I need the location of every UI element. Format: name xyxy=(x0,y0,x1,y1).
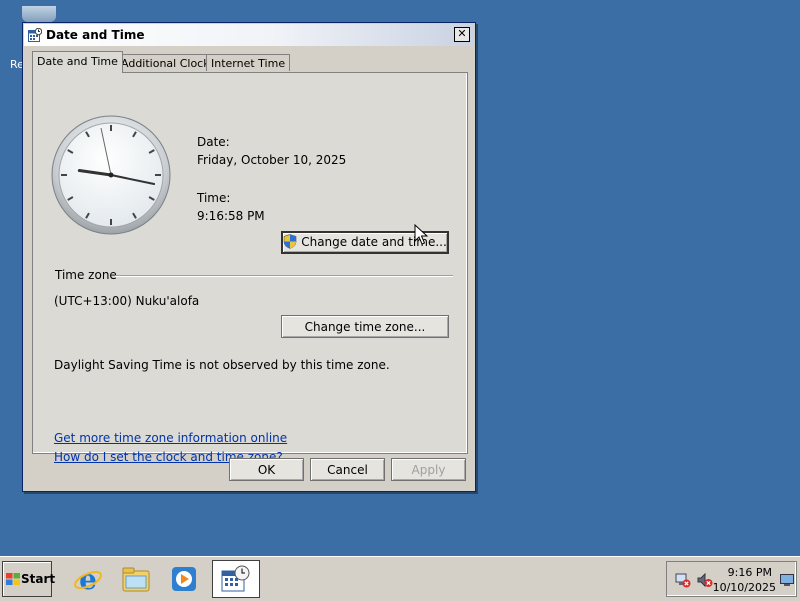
group-divider xyxy=(115,275,453,277)
ok-button[interactable]: OK xyxy=(229,458,304,481)
calendar-clock-icon xyxy=(28,28,42,42)
calendar-clock-icon xyxy=(221,565,250,592)
time-zone-value: (UTC+13:00) Nuku'alofa xyxy=(54,294,200,308)
time-zone-info-link[interactable]: Get more time zone information online xyxy=(54,431,287,445)
analog-clock xyxy=(51,115,171,235)
time-value: 9:16:58 PM xyxy=(197,209,265,223)
tab-date-and-time[interactable]: Date and Time xyxy=(32,51,123,73)
title-bar[interactable]: Date and Time ✕ xyxy=(24,24,474,46)
network-disconnected-icon[interactable] xyxy=(675,572,691,588)
apply-button[interactable]: Apply xyxy=(391,458,466,481)
folder-explorer-icon[interactable] xyxy=(120,563,152,595)
window-title: Date and Time xyxy=(46,28,145,42)
svg-text:e: e xyxy=(79,563,97,595)
start-label: Start xyxy=(21,572,56,586)
internet-explorer-icon[interactable]: e xyxy=(72,563,104,595)
date-value: Friday, October 10, 2025 xyxy=(197,153,347,167)
time-zone-group-label: Time zone xyxy=(55,268,117,282)
uac-shield-icon xyxy=(283,234,297,249)
date-time-dialog: Date and Time ✕ Date and Time Additional… xyxy=(22,22,476,492)
tab-additional-clocks[interactable]: Additional Clocks xyxy=(116,54,221,71)
time-label: Time: xyxy=(197,191,231,205)
tray-clock-date[interactable]: 10/10/2025 xyxy=(713,581,776,594)
change-time-zone-button[interactable]: Change time zone... xyxy=(281,315,449,338)
windows-flag-icon xyxy=(6,573,20,585)
taskbar: Start e 9:16 PM 10/10/2025 xyxy=(0,556,800,601)
show-desktop-icon[interactable] xyxy=(780,574,794,586)
dst-note: Daylight Saving Time is not observed by … xyxy=(54,358,390,372)
tab-panel: Date: Friday, October 10, 2025 Time: 9:1… xyxy=(32,72,468,464)
recycle-bin-icon[interactable] xyxy=(20,6,60,22)
cancel-button[interactable]: Cancel xyxy=(310,458,385,481)
close-button[interactable]: ✕ xyxy=(454,27,470,42)
mouse-cursor-icon xyxy=(414,224,428,245)
taskbar-date-time-button[interactable] xyxy=(212,560,260,598)
tray-clock-time[interactable]: 9:16 PM xyxy=(728,566,772,579)
system-tray: 9:16 PM 10/10/2025 xyxy=(666,561,797,597)
media-player-icon[interactable] xyxy=(168,563,200,595)
start-button[interactable]: Start xyxy=(2,561,56,597)
date-label: Date: xyxy=(197,135,230,149)
volume-muted-icon[interactable] xyxy=(697,572,713,588)
tab-internet-time[interactable]: Internet Time xyxy=(206,54,291,71)
